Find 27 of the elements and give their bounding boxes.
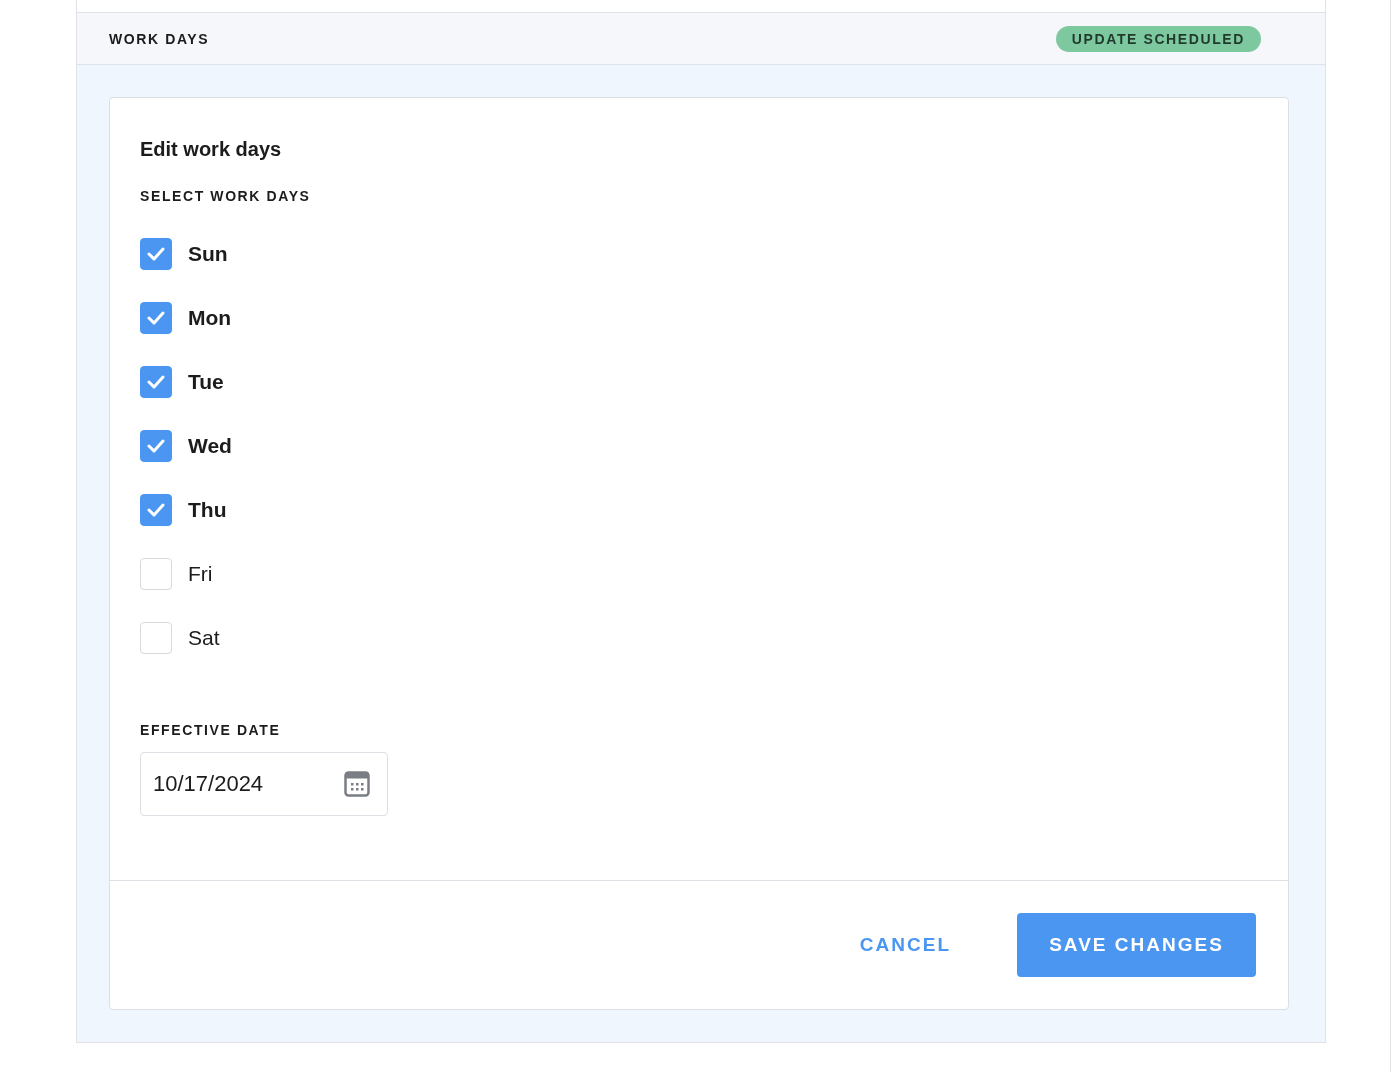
date-field[interactable]: 10/17/2024 bbox=[140, 752, 388, 816]
field-label: EFFECTIVE DATE bbox=[140, 722, 282, 738]
day-label: Mon bbox=[188, 306, 232, 330]
day-label: Fri bbox=[188, 562, 213, 586]
check-icon bbox=[147, 311, 165, 325]
checkbox[interactable] bbox=[140, 366, 172, 398]
checkbox[interactable] bbox=[140, 494, 172, 526]
calendar-icon[interactable] bbox=[344, 771, 370, 797]
status-badge: UPDATE SCHEDULED bbox=[1055, 25, 1261, 52]
field-label: SELECT WORK DAYS bbox=[140, 188, 312, 204]
form-title: Edit work days bbox=[140, 138, 283, 161]
save-button[interactable]: SAVE CHANGES bbox=[1017, 913, 1256, 977]
check-icon bbox=[147, 247, 165, 261]
day-label: Wed bbox=[188, 434, 232, 458]
cancel-button[interactable]: CANCEL bbox=[859, 926, 951, 964]
day-label: Tue bbox=[188, 370, 224, 394]
day-label: Sun bbox=[188, 242, 228, 266]
date-value: 10/17/2024 bbox=[153, 771, 264, 797]
section-title: WORK DAYS bbox=[109, 30, 210, 47]
checkbox[interactable] bbox=[140, 430, 172, 462]
check-icon bbox=[147, 439, 165, 453]
day-label: Thu bbox=[188, 498, 227, 522]
checkbox[interactable] bbox=[140, 302, 172, 334]
checkbox[interactable] bbox=[140, 238, 172, 270]
check-icon bbox=[147, 503, 165, 517]
check-icon bbox=[147, 375, 165, 389]
day-label: Sat bbox=[188, 626, 220, 650]
